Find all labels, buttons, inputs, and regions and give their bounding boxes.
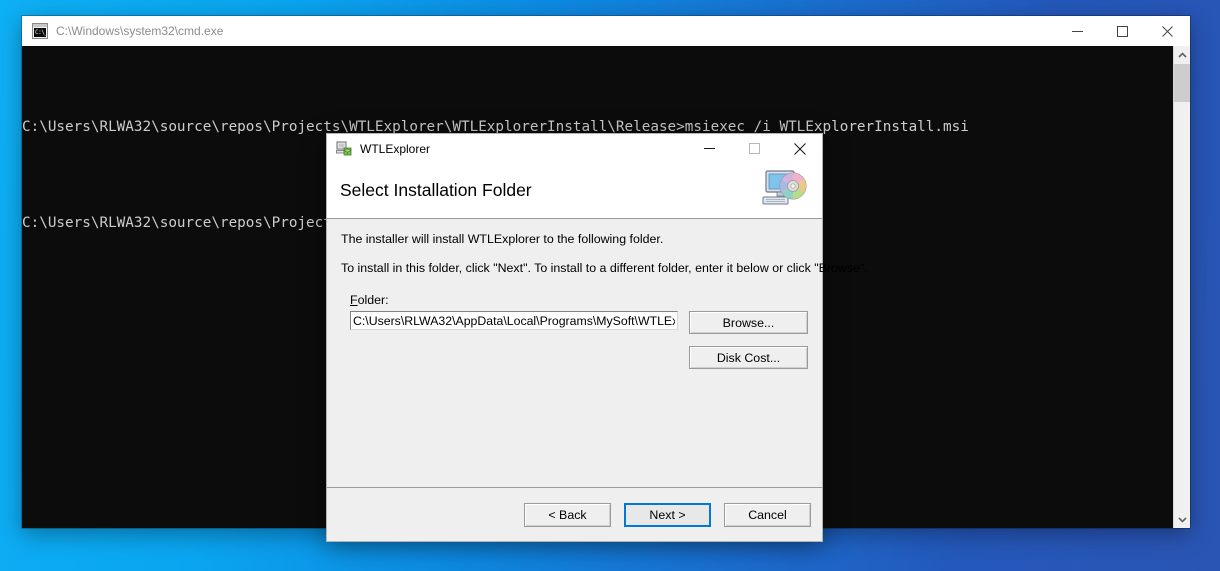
dialog-window-controls (687, 134, 822, 163)
console-title-text: C:\Windows\system32\cmd.exe (56, 24, 224, 38)
instruction-line-2: To install in this folder, click "Next".… (341, 261, 868, 275)
dialog-minimize-button[interactable] (687, 134, 732, 163)
browse-button[interactable]: Browse... (689, 311, 808, 334)
console-scrollbar-thumb[interactable] (1174, 64, 1190, 102)
back-button[interactable]: < Back (524, 502, 611, 527)
disk-cost-button[interactable]: Disk Cost... (689, 346, 808, 369)
instruction-line-1: The installer will install WTLExplorer t… (341, 232, 664, 246)
folder-side-buttons: Browse... Disk Cost... (689, 311, 808, 369)
scroll-down-icon (1177, 516, 1187, 523)
console-scrollbar[interactable] (1173, 46, 1190, 528)
dialog-close-button[interactable] (777, 134, 822, 163)
close-icon (1162, 25, 1173, 37)
folder-row: Browse... Disk Cost... (350, 311, 808, 369)
dialog-content: The installer will install WTLExplorer t… (327, 219, 868, 487)
msi-package-icon (336, 141, 352, 157)
close-icon (793, 142, 806, 155)
folder-label: Folder: (350, 293, 808, 307)
console-titlebar[interactable]: C:\_ C:\Windows\system32\cmd.exe (22, 16, 1190, 46)
scroll-up-button[interactable] (1174, 46, 1190, 63)
maximize-button[interactable] (1100, 16, 1145, 46)
maximize-icon (1117, 25, 1128, 37)
cmd-console-icon: C:\_ (32, 23, 48, 39)
dialog-header: Select Installation Folder (327, 163, 822, 219)
minimize-icon (1072, 30, 1083, 32)
page-title: Select Installation Folder (340, 180, 532, 200)
cancel-button[interactable]: Cancel (724, 502, 811, 527)
minimize-button[interactable] (1055, 16, 1100, 46)
dialog-footer: < Back Next > Cancel (327, 487, 822, 541)
next-button[interactable]: Next > (624, 502, 711, 527)
folder-path-input[interactable] (350, 311, 678, 330)
cmd-icon-glyph: C:\_ (34, 28, 46, 37)
dialog-titlebar[interactable]: WTLExplorer (327, 134, 822, 163)
computer-with-disc-icon (761, 169, 811, 213)
dialog-maximize-button (732, 134, 777, 163)
maximize-icon (749, 143, 760, 154)
minimize-icon (704, 148, 715, 149)
dialog-title-text: WTLExplorer (360, 141, 431, 156)
console-window-controls (1055, 16, 1190, 46)
folder-label-rest: older: (357, 293, 389, 307)
scroll-up-icon (1177, 51, 1187, 58)
scroll-down-button[interactable] (1174, 511, 1190, 528)
close-button[interactable] (1145, 16, 1190, 46)
folder-label-accelerator: F (350, 293, 358, 307)
installer-dialog: WTLExplorer Select Installation Folder T… (326, 133, 868, 542)
